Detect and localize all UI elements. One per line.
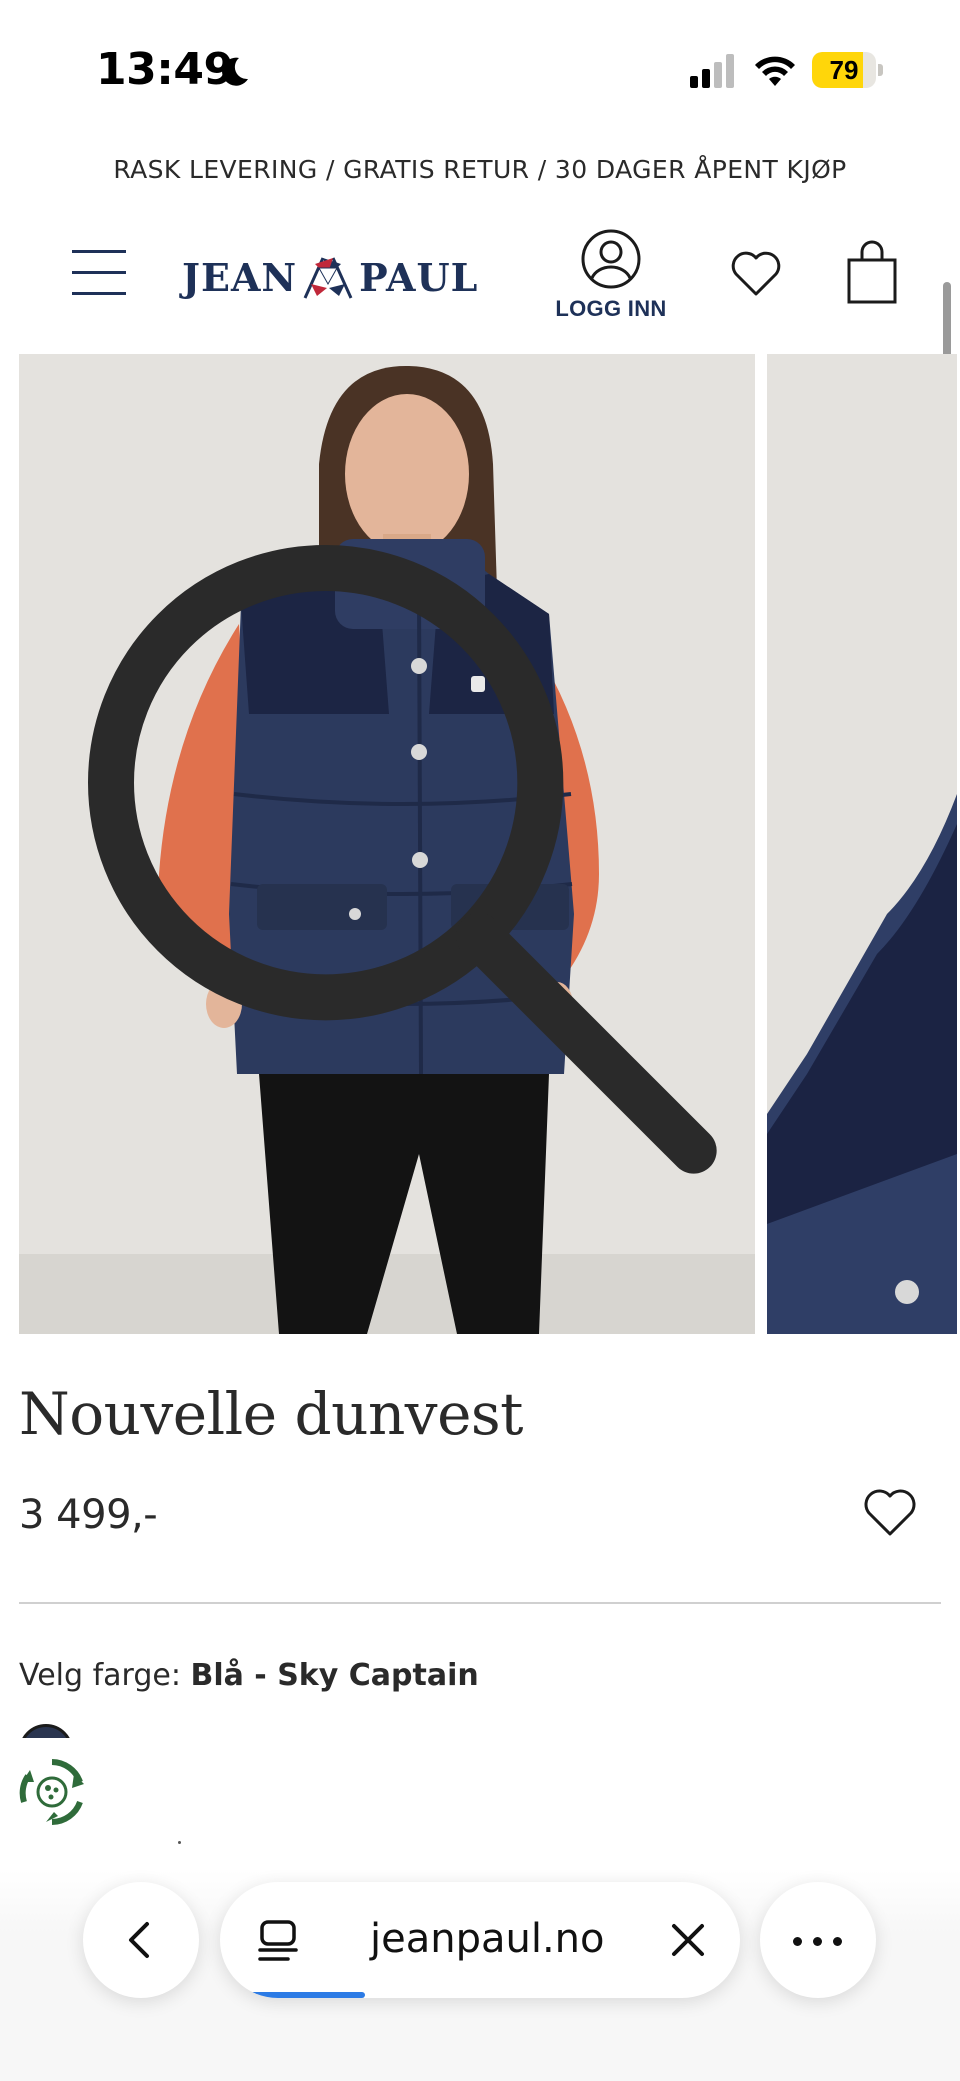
- logo-flags-icon: [303, 257, 353, 299]
- recycle-icon[interactable]: [16, 1756, 88, 1828]
- color-selector-label: Velg farge: Blå - Sky Captain: [19, 1658, 479, 1693]
- main-product-image[interactable]: [19, 354, 755, 1334]
- divider: [19, 1602, 941, 1604]
- signal-icon: [690, 54, 734, 88]
- promo-banner: RASK LEVERING / GRATIS RETUR / 30 DAGER …: [113, 155, 847, 184]
- logo-text-right: PAUL: [359, 254, 479, 300]
- secondary-product-image[interactable]: [767, 354, 957, 1334]
- shopping-bag-icon[interactable]: [846, 240, 898, 304]
- wifi-icon: [755, 56, 795, 86]
- login-label: LOGG INN: [555, 296, 667, 321]
- product-gallery[interactable]: [19, 354, 960, 1334]
- site-header: JEAN PAUL LOGG INN: [0, 220, 960, 340]
- more-button[interactable]: [760, 1882, 876, 1998]
- color-label: Velg farge:: [19, 1658, 191, 1693]
- heart-icon[interactable]: [728, 246, 784, 302]
- user-icon: [581, 229, 641, 289]
- color-swatch[interactable]: [19, 1724, 73, 1738]
- status-time: 13:49: [96, 44, 234, 95]
- address-bar[interactable]: jeanpaul.no: [220, 1882, 740, 1998]
- logo-text-left: JEAN: [182, 254, 298, 300]
- page-load-progress: [250, 1992, 365, 1998]
- login-button[interactable]: LOGG INN: [548, 228, 674, 328]
- product-title: Nouvelle dunvest: [19, 1380, 523, 1448]
- product-price: 3 499,-: [19, 1492, 158, 1538]
- more-icon: [793, 1937, 802, 1946]
- back-button[interactable]: [83, 1882, 199, 1998]
- menu-button[interactable]: [72, 248, 128, 296]
- menu-icon: [72, 250, 126, 253]
- brand-logo[interactable]: JEAN PAUL: [182, 252, 478, 302]
- color-value: Blå - Sky Captain: [190, 1658, 479, 1693]
- search-icon[interactable]: [19, 354, 755, 1334]
- battery-icon: 79: [812, 52, 884, 88]
- close-icon[interactable]: [666, 1918, 710, 1962]
- battery-percent: 79: [829, 55, 859, 85]
- chevron-left-icon: [129, 1922, 149, 1958]
- reader-icon[interactable]: [256, 1918, 300, 1964]
- url-text[interactable]: jeanpaul.no: [370, 1916, 605, 1962]
- heart-icon[interactable]: [862, 1486, 918, 1538]
- status-bar: 13:49 79: [0, 0, 960, 130]
- moon-icon: [222, 57, 248, 86]
